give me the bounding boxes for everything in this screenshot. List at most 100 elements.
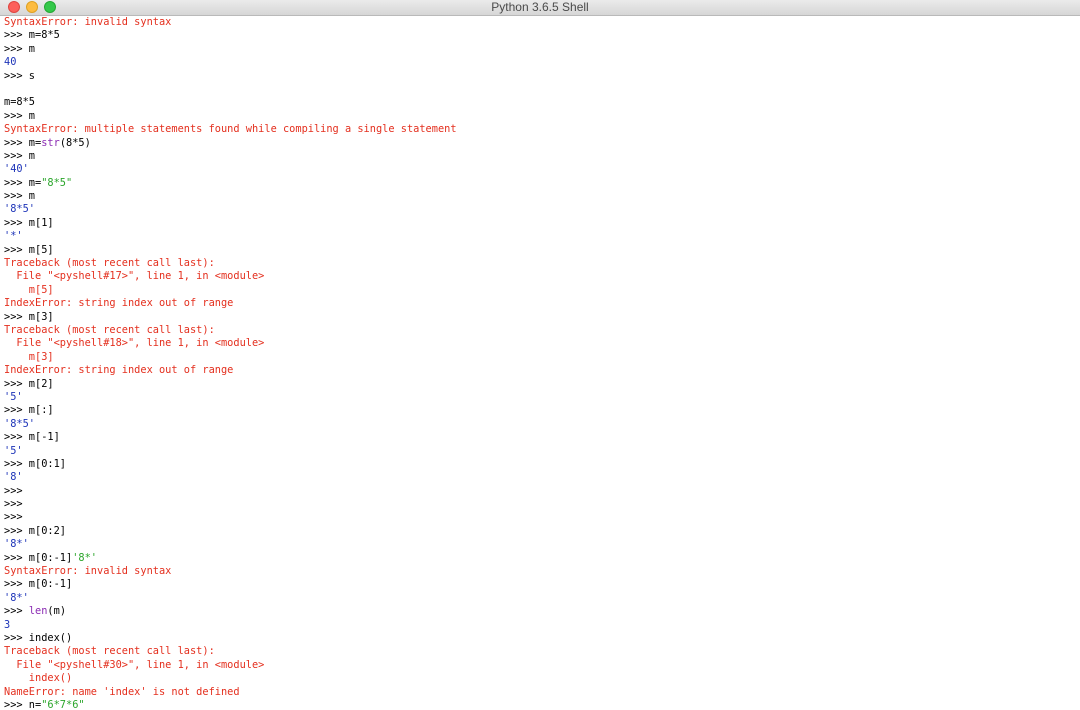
console-text-segment: Traceback (most recent call last): <box>4 257 215 270</box>
console-text-segment: >>> m[2] <box>4 377 54 390</box>
console-text-segment: str <box>41 136 60 149</box>
title-bar[interactable]: Python 3.6.5 Shell <box>0 0 1080 16</box>
console-line: SyntaxError: invalid syntax <box>4 16 1080 29</box>
console-text-segment: m[3] <box>4 350 54 363</box>
console-line: index() <box>4 672 1080 685</box>
console-line: 3 <box>4 619 1080 632</box>
console-text-segment: >>> m[0:1] <box>4 457 66 470</box>
console-line: 40 <box>4 56 1080 69</box>
python-shell-window: Python 3.6.5 Shell SyntaxError: invalid … <box>0 0 1080 710</box>
console-text-segment: >>> <box>4 605 29 618</box>
console-text-segment: >>> index() <box>4 631 73 644</box>
console-line: NameError: name 'index' is not defined <box>4 686 1080 699</box>
console-text-segment: >>> m[1] <box>4 216 54 229</box>
console-text-segment: >>> m <box>4 109 35 122</box>
console-line: >>> len(m) <box>4 605 1080 618</box>
console-text-segment: File "<pyshell#17>", line 1, in <module> <box>4 270 265 283</box>
console-line: >>> n="6*7*6" <box>4 699 1080 710</box>
console-line: m[3] <box>4 351 1080 364</box>
console-line: File "<pyshell#18>", line 1, in <module> <box>4 337 1080 350</box>
console-text-segment: >>> <box>4 511 23 524</box>
console-line: >>> m="8*5" <box>4 177 1080 190</box>
console-text-segment: File "<pyshell#18>", line 1, in <module> <box>4 337 265 350</box>
console-line: '5' <box>4 391 1080 404</box>
console-line: >>> m[-1] <box>4 431 1080 444</box>
console-text-segment: >>> m[0:2] <box>4 524 66 537</box>
console-text-segment: SyntaxError: invalid syntax <box>4 565 172 578</box>
console-text-segment: >>> m[0:-1] <box>4 551 73 564</box>
console-text-segment: >>> m= <box>4 136 42 149</box>
console-line: >>> m=str(8*5) <box>4 137 1080 150</box>
console-line: >>> <box>4 498 1080 511</box>
console-line: File "<pyshell#17>", line 1, in <module> <box>4 270 1080 283</box>
console-line: >>> m[3] <box>4 311 1080 324</box>
console-text-segment: >>> m <box>4 42 35 55</box>
console-line: >>> m[1] <box>4 217 1080 230</box>
console-line: >>> m <box>4 110 1080 123</box>
console-line: '40' <box>4 163 1080 176</box>
console-line: >>> m[2] <box>4 378 1080 391</box>
console-text-segment: (m) <box>47 605 67 618</box>
console-line: >>> m[0:1] <box>4 458 1080 471</box>
console-line: File "<pyshell#30>", line 1, in <module> <box>4 659 1080 672</box>
console-text-segment: index() <box>4 672 73 685</box>
console-line: >>> m <box>4 150 1080 163</box>
console-line: m=8*5 <box>4 96 1080 109</box>
console-line: >>> m[0:-1] <box>4 578 1080 591</box>
console-text-segment: Traceback (most recent call last): <box>4 645 215 658</box>
console-text-segment: >>> m[3] <box>4 310 54 323</box>
console-line: >>> <box>4 485 1080 498</box>
console-line: '8*5' <box>4 418 1080 431</box>
console-line: Traceback (most recent call last): <box>4 324 1080 337</box>
console-text-segment: "6*7*6" <box>41 698 85 710</box>
console-text-segment: File "<pyshell#30>", line 1, in <module> <box>4 658 265 671</box>
console-text-segment: >>> m[0:-1] <box>4 578 73 591</box>
console-text-segment: NameError: name 'index' is not defined <box>4 685 240 698</box>
console-line: >>> m[:] <box>4 404 1080 417</box>
console-line: >>> m <box>4 43 1080 56</box>
console-line: >>> m=8*5 <box>4 29 1080 42</box>
console-text-segment: '40' <box>4 163 29 176</box>
console-line: Traceback (most recent call last): <box>4 257 1080 270</box>
shell-console[interactable]: SyntaxError: invalid syntax >>> m=8*5 >>> … <box>4 16 1080 710</box>
console-text-segment: '*' <box>4 230 23 243</box>
console-line: IndexError: string index out of range <box>4 297 1080 310</box>
console-line: m[5] <box>4 284 1080 297</box>
console-line: SyntaxError: invalid syntax <box>4 565 1080 578</box>
console-text-segment: '8*' <box>4 538 29 551</box>
console-line: '8*5' <box>4 203 1080 216</box>
console-line: SyntaxError: multiple statements found w… <box>4 123 1080 136</box>
console-text-segment: IndexError: string index out of range <box>4 297 234 310</box>
console-line: >>> <box>4 511 1080 524</box>
console-text-segment: IndexError: string index out of range <box>4 364 234 377</box>
console-text-segment: Traceback (most recent call last): <box>4 323 215 336</box>
console-line: >>> s <box>4 70 1080 83</box>
console-text-segment: '5' <box>4 390 23 403</box>
console-line: Traceback (most recent call last): <box>4 645 1080 658</box>
console-text-segment: >>> <box>4 484 23 497</box>
console-line: '5' <box>4 445 1080 458</box>
console-text-segment: >>> m= <box>4 176 42 189</box>
console-text-segment: >>> <box>4 498 23 511</box>
console-text-segment: '8*5' <box>4 417 35 430</box>
console-text-segment: SyntaxError: invalid syntax <box>4 16 172 28</box>
console-text-segment: 40 <box>4 56 17 69</box>
console-text-segment: >>> s <box>4 69 35 82</box>
console-text-segment: m[5] <box>4 283 54 296</box>
console-text-segment: (8*5) <box>59 136 91 149</box>
console-text-segment: >>> m[5] <box>4 243 54 256</box>
console-line: '8' <box>4 471 1080 484</box>
window-title: Python 3.6.5 Shell <box>491 0 589 14</box>
console-text-segment: >>> m[-1] <box>4 431 60 444</box>
console-line: >>> m[0:-1]'8*' <box>4 552 1080 565</box>
console-text-segment: >>> m[:] <box>4 404 54 417</box>
console-line: >>> index() <box>4 632 1080 645</box>
console-text-segment: '5' <box>4 444 23 457</box>
console-text-segment: '8*5' <box>4 203 35 216</box>
console-line: IndexError: string index out of range <box>4 364 1080 377</box>
console-text-segment: len <box>28 605 48 618</box>
console-text-segment: '8' <box>4 471 23 484</box>
console-text-segment: >>> m=8*5 <box>4 29 60 42</box>
console-text-segment: "8*5" <box>41 176 73 189</box>
